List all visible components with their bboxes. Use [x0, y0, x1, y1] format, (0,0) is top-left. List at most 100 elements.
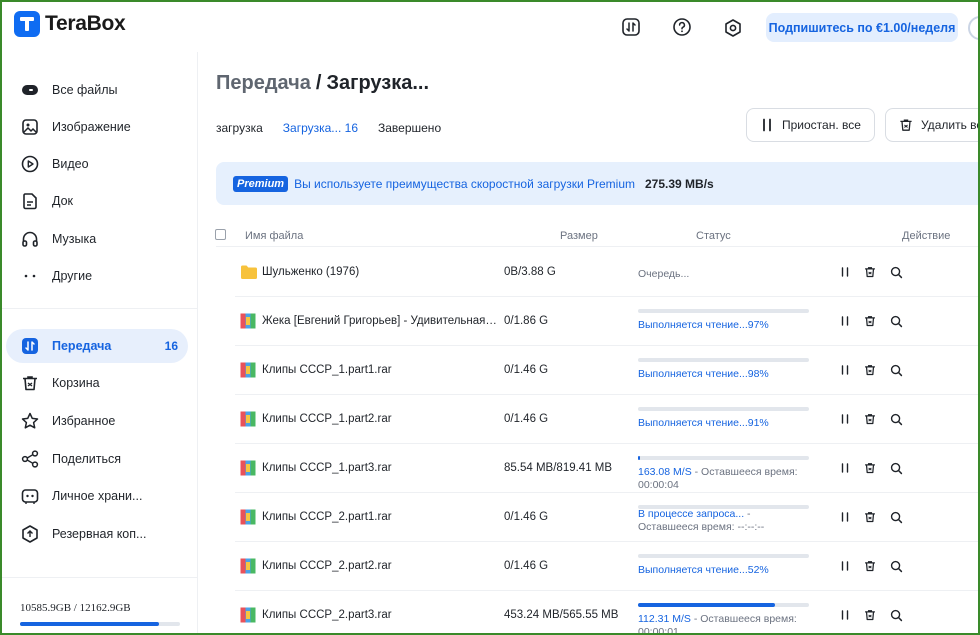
- tab-completed[interactable]: Завершено: [378, 121, 441, 135]
- app-logo[interactable]: TeraBox: [14, 11, 126, 37]
- file-name[interactable]: Клипы СССР_2.part1.rar: [262, 511, 500, 523]
- status-primary: Выполняется чтение...98%: [638, 368, 769, 380]
- settings-icon[interactable]: [723, 18, 743, 38]
- status-primary: Выполняется чтение...97%: [638, 319, 769, 331]
- sidebar-item-label: Другие: [52, 269, 93, 283]
- status-primary: 112.31 M/S: [638, 613, 691, 625]
- table-row[interactable]: Клипы СССР_1.part2.rar 0/1.46 G Выполняетс…: [235, 395, 978, 444]
- sidebar-item-other[interactable]: Другие: [6, 259, 188, 293]
- file-name[interactable]: Клипы СССР_1.part3.rar: [262, 462, 500, 474]
- breadcrumb-current: Загрузка...: [326, 72, 430, 94]
- locate-file-icon[interactable]: [888, 264, 904, 280]
- sidebar-item-images[interactable]: Изображение: [6, 110, 188, 144]
- pause-icon[interactable]: [837, 460, 853, 476]
- file-name[interactable]: Шульженко (1976): [262, 266, 500, 278]
- sidebar-item-share[interactable]: Поделиться: [6, 442, 188, 476]
- sidebar-item-label: Изображение: [52, 120, 131, 134]
- transfer-icon: [20, 336, 40, 356]
- table-row[interactable]: Клипы СССР_2.part1.rar 0/1.46 G В процессе…: [235, 493, 978, 542]
- archive-icon: [240, 362, 256, 378]
- avatar[interactable]: [968, 16, 980, 40]
- table-row[interactable]: Клипы СССР_2.part3.rar 453.24 MB/565.55 M…: [235, 591, 978, 635]
- app-name: TeraBox: [45, 12, 126, 35]
- locate-file-icon[interactable]: [888, 558, 904, 574]
- pause-icon[interactable]: [837, 362, 853, 378]
- column-header-name[interactable]: Имя файла: [245, 230, 303, 242]
- sidebar-item-favorites[interactable]: Избранное: [6, 404, 188, 438]
- column-header-size[interactable]: Размер: [560, 230, 598, 242]
- pause-icon[interactable]: [837, 313, 853, 329]
- tab-upload[interactable]: загрузка: [216, 121, 263, 135]
- file-size: 0B/3.88 G: [504, 266, 556, 278]
- file-name[interactable]: Клипы СССР_1.part1.rar: [262, 364, 500, 376]
- column-header-action: Действие: [902, 230, 951, 242]
- file-size: 0/1.46 G: [504, 413, 549, 425]
- delete-icon[interactable]: [862, 411, 878, 427]
- file-size: 453.24 MB/565.55 MB: [504, 609, 619, 621]
- select-all-checkbox[interactable]: [215, 229, 226, 240]
- archive-icon: [240, 460, 256, 476]
- locate-file-icon[interactable]: [888, 607, 904, 623]
- table-row[interactable]: Клипы СССР_2.part2.rar 0/1.46 G Выполняетс…: [235, 542, 978, 591]
- locate-file-icon[interactable]: [888, 509, 904, 525]
- delete-icon[interactable]: [862, 558, 878, 574]
- sidebar-item-backup[interactable]: Резервная коп...: [6, 517, 188, 551]
- help-icon[interactable]: [672, 17, 692, 37]
- sidebar-item-vault[interactable]: Личное храни...: [6, 479, 188, 513]
- pause-icon: [759, 117, 775, 133]
- sidebar-item-docs[interactable]: Док: [6, 184, 188, 218]
- file-size: 0/1.46 G: [504, 364, 549, 376]
- progress-bar: [638, 603, 809, 607]
- progress-fill: [638, 456, 640, 460]
- transfer-status: Выполняется чтение...91%: [638, 417, 838, 430]
- delete-icon[interactable]: [862, 264, 878, 280]
- tab-downloading[interactable]: Загрузка... 16: [283, 121, 358, 135]
- more-dots-icon: [20, 266, 40, 286]
- breadcrumb-transfer[interactable]: Передача: [216, 72, 311, 94]
- pause-icon[interactable]: [837, 509, 853, 525]
- table-row[interactable]: Жека [Евгений Григорьев] - Удивительная …: [235, 297, 978, 346]
- pause-all-button[interactable]: Приостан. все: [746, 108, 875, 142]
- table-row[interactable]: Клипы СССР_1.part1.rar 0/1.46 G Выполняетс…: [235, 346, 978, 395]
- sidebar-item-music[interactable]: Музыка: [6, 222, 188, 256]
- headphones-icon: [20, 229, 40, 249]
- subscribe-button[interactable]: Подпишитесь по €1.00/неделя: [766, 13, 958, 42]
- file-name[interactable]: Клипы СССР_2.part3.rar: [262, 609, 500, 621]
- archive-icon: [240, 313, 256, 329]
- table-row[interactable]: Клипы СССР_1.part3.rar 85.54 MB/819.41 MB…: [235, 444, 978, 493]
- delete-icon[interactable]: [862, 460, 878, 476]
- pause-icon[interactable]: [837, 264, 853, 280]
- vault-icon: [20, 486, 40, 506]
- premium-banner-text: Вы используете преимущества скоростной з…: [294, 176, 635, 191]
- pause-icon[interactable]: [837, 558, 853, 574]
- transfer-status: 163.08 M/S - Оставшееся время: 00:00:04: [638, 466, 838, 492]
- pause-icon[interactable]: [837, 411, 853, 427]
- top-header: TeraBox Подпишитесь по €1.00/неделя: [2, 2, 980, 52]
- file-name[interactable]: Клипы СССР_2.part2.rar: [262, 560, 500, 572]
- locate-file-icon[interactable]: [888, 411, 904, 427]
- transfer-header-icon[interactable]: [621, 17, 641, 37]
- transfer-status: 112.31 M/S - Оставшееся время: 00:00:01: [638, 613, 838, 635]
- sidebar-item-trash[interactable]: Корзина: [6, 366, 188, 400]
- folder-icon: [240, 264, 257, 280]
- sidebar-item-transfer[interactable]: Передача 16: [6, 329, 188, 363]
- download-speed: 275.39 MB/s: [645, 176, 714, 191]
- file-name[interactable]: Клипы СССР_1.part2.rar: [262, 413, 500, 425]
- pause-icon[interactable]: [837, 607, 853, 623]
- delete-all-button[interactable]: Удалить все: [885, 108, 980, 142]
- locate-file-icon[interactable]: [888, 460, 904, 476]
- table-row[interactable]: Шульженко (1976) 0B/3.88 G Очередь...: [235, 248, 978, 297]
- delete-icon[interactable]: [862, 362, 878, 378]
- delete-icon[interactable]: [862, 607, 878, 623]
- delete-icon[interactable]: [862, 313, 878, 329]
- terabox-logo-icon: [14, 11, 40, 37]
- sidebar-item-all-files[interactable]: Все файлы: [6, 73, 188, 107]
- file-name[interactable]: Жека [Евгений Григорьев] - Удивительная …: [262, 315, 500, 327]
- transfer-status: Очередь...: [638, 268, 838, 281]
- sidebar-item-video[interactable]: Видео: [6, 147, 188, 181]
- delete-icon[interactable]: [862, 509, 878, 525]
- locate-file-icon[interactable]: [888, 313, 904, 329]
- locate-file-icon[interactable]: [888, 362, 904, 378]
- video-icon: [20, 154, 40, 174]
- storage-usage-text: 10585.9GB / 12162.9GB: [20, 602, 131, 614]
